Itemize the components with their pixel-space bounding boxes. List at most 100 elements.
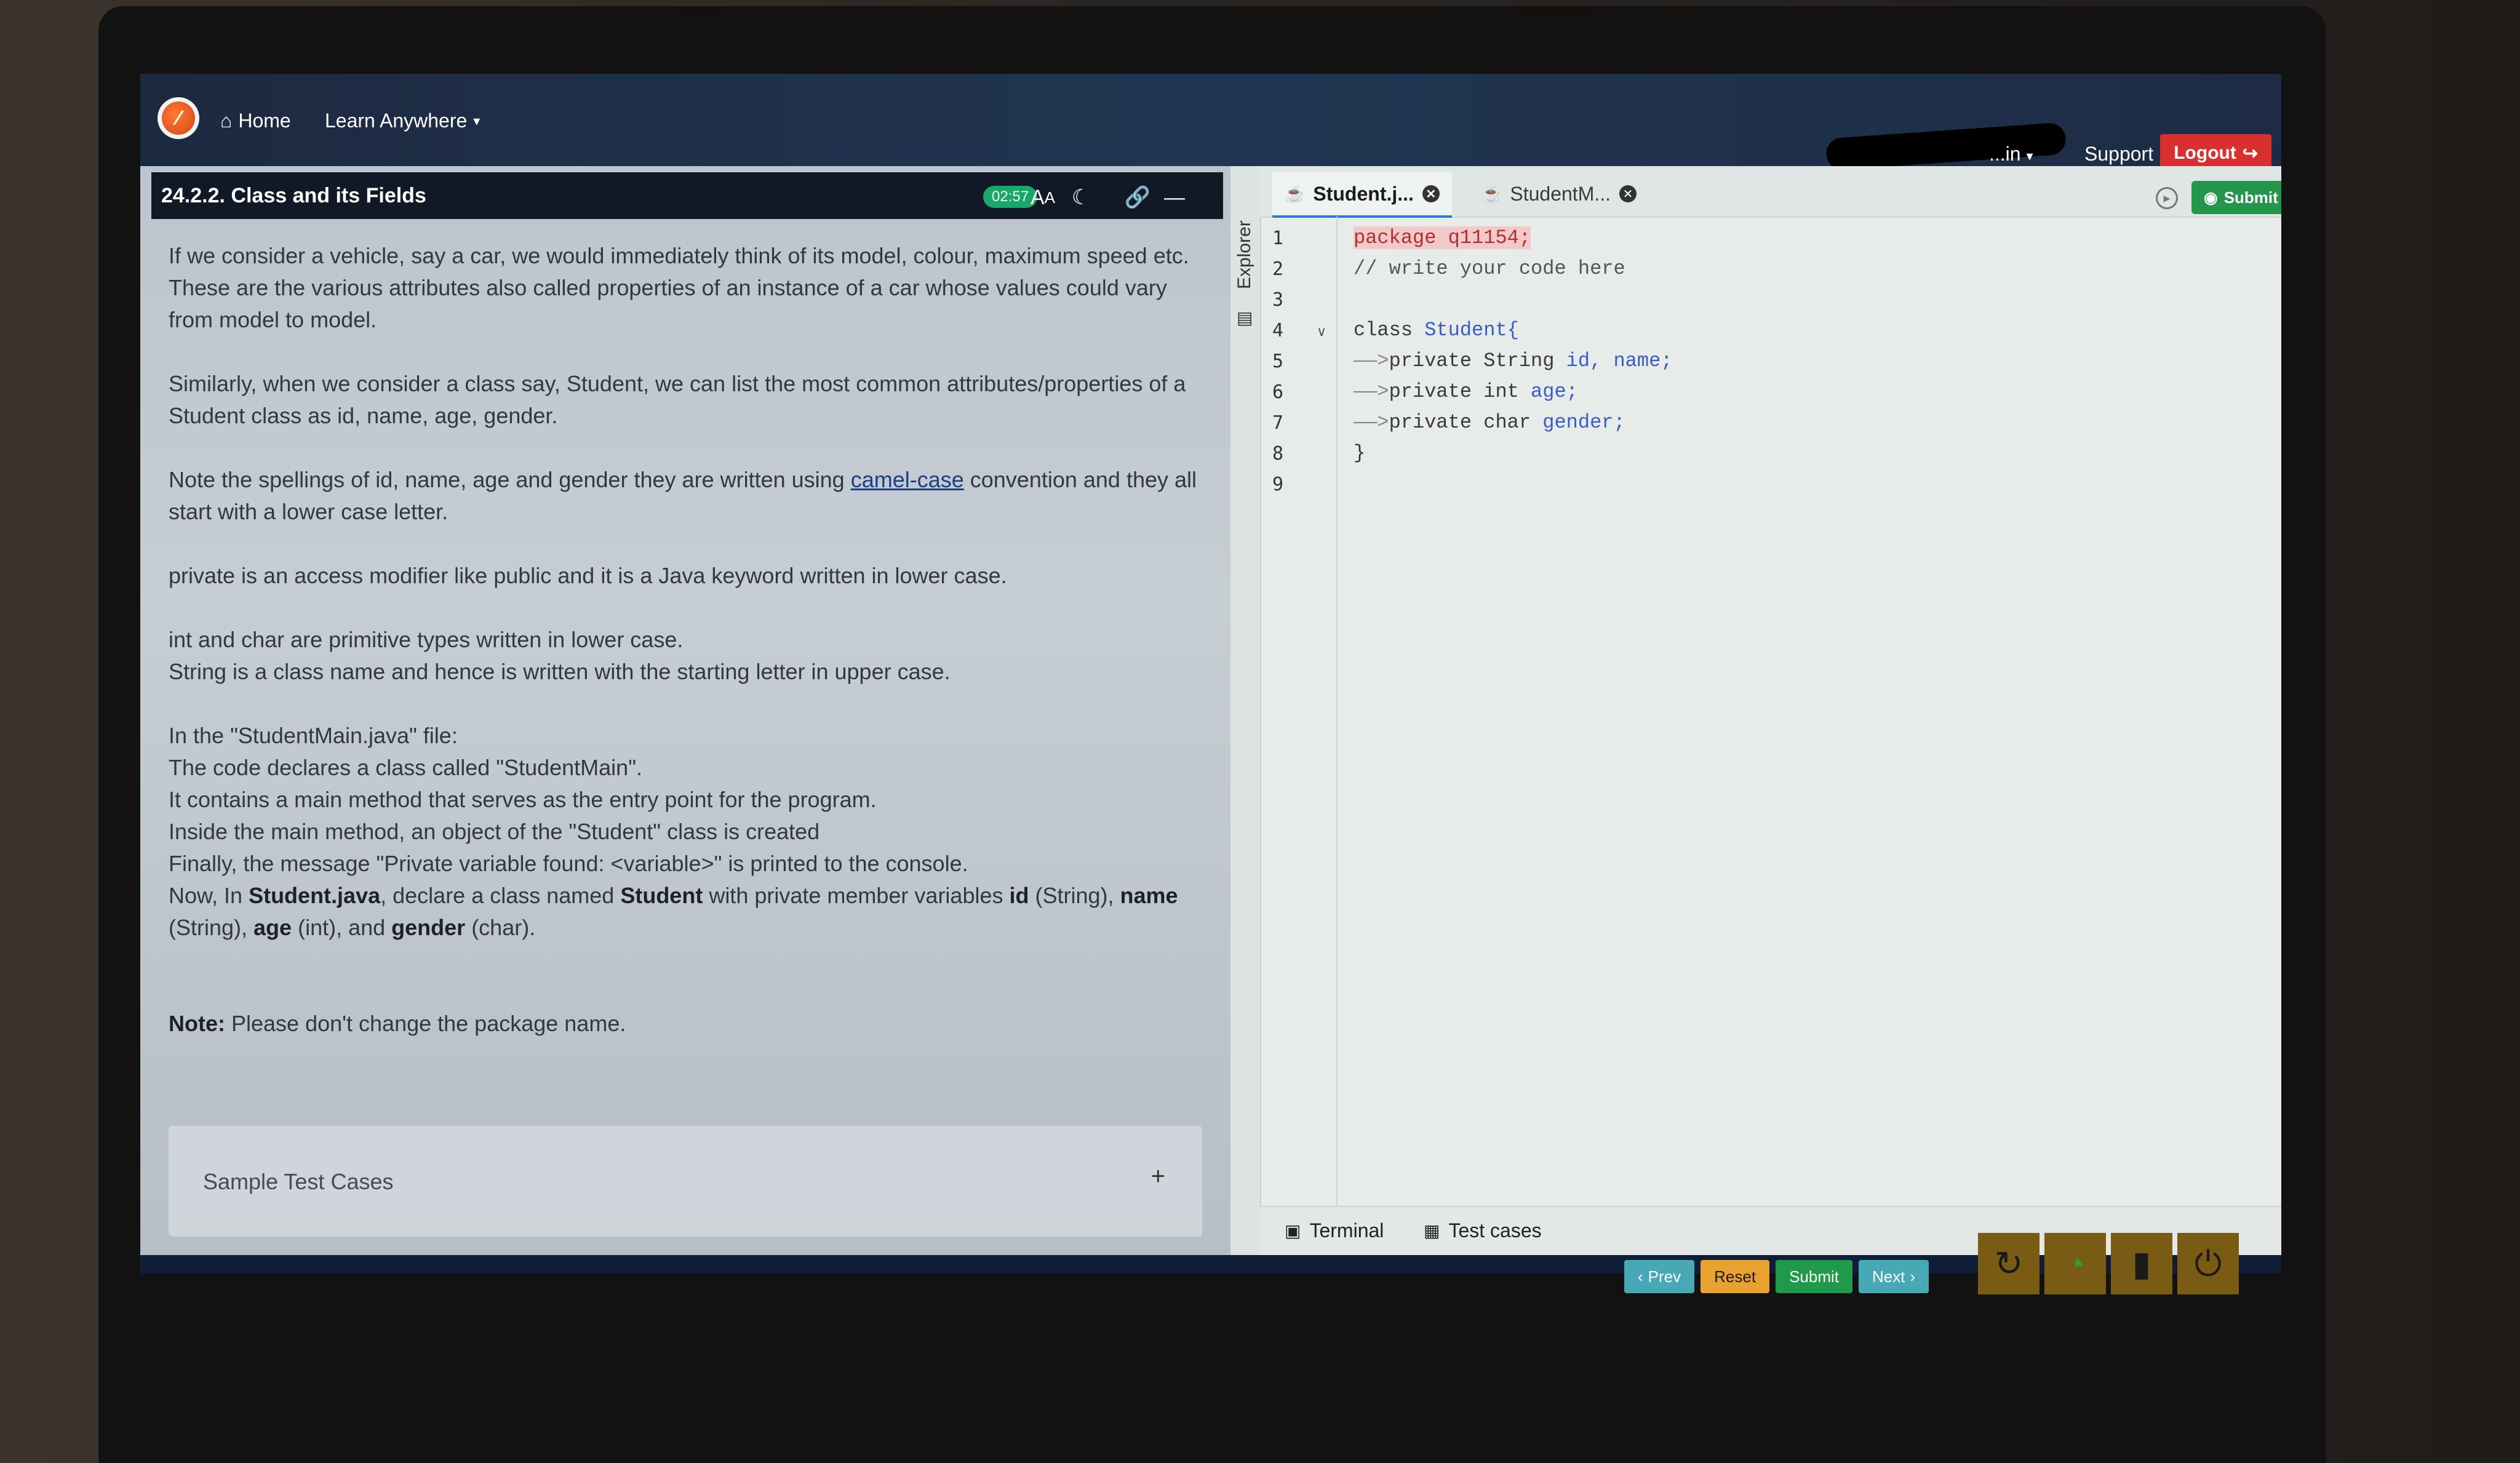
paragraph-camel-case: Note the spellings of id, name, age and … [169, 464, 1202, 528]
expand-plus-icon[interactable]: + [1151, 1163, 1165, 1190]
task-text: , declare a class named [380, 883, 621, 908]
minimize-icon[interactable]: — [1160, 183, 1189, 212]
footer-nav: ‹ Prev Reset Submit Next › [1624, 1260, 1929, 1293]
paragraph-student: Similarly, when we consider a class say,… [169, 371, 1186, 428]
link-icon[interactable]: 🔗 [1123, 183, 1152, 212]
note-bold: Note: [169, 1011, 225, 1036]
keyword: private char [1389, 411, 1543, 434]
paragraph-vehicle: If we consider a vehicle, say a car, we … [169, 243, 1189, 332]
primitives-line-2: String is a class name and hence is writ… [169, 659, 951, 684]
main-line-1: In the "StudentMain.java" file: [169, 723, 458, 748]
code-line-7[interactable]: ——>private char gender; [1354, 407, 2264, 438]
test-cases-tab[interactable]: ▦ Test cases [1424, 1219, 1542, 1242]
terminal-icon: ▣ [1285, 1221, 1301, 1240]
home-label: Home [238, 110, 291, 132]
tab-studentmain-java[interactable]: ☕ StudentM... ✕ [1469, 172, 1649, 215]
keyword: private int [1389, 380, 1531, 403]
home-link[interactable]: ⌂ Home [220, 110, 291, 132]
lesson-content: If we consider a vehicle, say a car, we … [169, 240, 1202, 1072]
logo-mark: ∕ [162, 102, 195, 135]
task-bold: name [1120, 883, 1178, 908]
class-name: Student{ [1424, 319, 1519, 341]
wifi-icon[interactable]: ◔ [2044, 1233, 2106, 1294]
footer-bar [140, 1255, 2281, 1274]
reset-button[interactable]: Reset [1701, 1260, 1770, 1293]
next-label: Next [1872, 1267, 1905, 1286]
note-text: Please don't change the package name. [225, 1011, 626, 1036]
prev-button[interactable]: ‹ Prev [1624, 1260, 1695, 1293]
task-text: (String), [169, 915, 254, 940]
line-number: 4 [1272, 320, 1284, 341]
lesson-title: 24.2.2. Class and its Fields [161, 183, 426, 207]
code-line-2[interactable]: // write your code here [1354, 253, 2264, 284]
task-bold: gender [391, 915, 466, 940]
line-number: 6 [1272, 381, 1284, 403]
task-bold: age [253, 915, 292, 940]
task-bold: Student.java [249, 883, 381, 908]
lesson-header: 24.2.2. Class and its Fields 02:57 AA ☾ … [151, 172, 1223, 219]
code-line-8[interactable]: } [1354, 438, 2264, 469]
line-number: 5 [1272, 351, 1284, 372]
task-bold: Student [620, 883, 703, 908]
next-button[interactable]: Next › [1858, 1260, 1929, 1293]
line-number-gutter: 1 2 3 4 ∨ 5 6 7 8 9 [1260, 217, 1338, 1213]
task-text: with private member variables [703, 883, 1010, 908]
power-icon[interactable]: ⏻ [2177, 1233, 2239, 1294]
files-icon[interactable]: ▤ [1237, 308, 1253, 328]
chevron-left-icon: ‹ [1638, 1267, 1643, 1286]
explorer-label[interactable]: Explorer [1234, 220, 1255, 289]
code-line-5[interactable]: ——>private String id, name; [1354, 346, 2264, 377]
code-line-9[interactable] [1354, 469, 2264, 500]
submit-button[interactable]: Submit [1776, 1260, 1852, 1293]
closing-brace: } [1354, 442, 1366, 464]
code-line-1[interactable]: package q11154; [1354, 223, 2264, 253]
home-icon: ⌂ [220, 110, 233, 132]
code-line-3[interactable] [1354, 284, 2264, 315]
battery-icon[interactable]: ▮ [2111, 1233, 2172, 1294]
moon-icon[interactable]: ☾ [1067, 183, 1095, 212]
variable: id, name; [1566, 349, 1673, 372]
terminal-tab[interactable]: ▣ Terminal [1285, 1219, 1384, 1242]
code-line-4[interactable]: class Student{ [1354, 315, 2264, 346]
caret-down-icon: ▾ [473, 113, 480, 129]
test-cases-label: Test cases [1448, 1219, 1542, 1242]
camel-case-link[interactable]: camel-case [851, 467, 964, 492]
run-icon[interactable]: ▶ [2156, 187, 2178, 209]
explorer-sidebar[interactable]: Explorer ▤ [1230, 166, 1261, 1255]
line-number: 7 [1272, 412, 1284, 434]
close-icon[interactable]: ✕ [1422, 185, 1440, 202]
task-text: (int), and [292, 915, 392, 940]
user-label: ...in [1989, 143, 2021, 165]
logout-label: Logout [2174, 143, 2236, 163]
support-link[interactable]: Support [2084, 143, 2153, 165]
sample-test-cases-accordion[interactable]: Sample Test Cases + [169, 1126, 1202, 1237]
code-line-6[interactable]: ——>private int age; [1354, 377, 2264, 407]
tab-student-java[interactable]: ☕ Student.j... ✕ [1272, 172, 1452, 218]
table-icon: ▦ [1424, 1221, 1440, 1240]
variable: gender; [1542, 411, 1625, 434]
font-size-icon[interactable]: AA [1029, 183, 1057, 212]
note-line: Note: Please don't change the package na… [169, 1008, 1202, 1040]
fold-chevron-icon[interactable]: ∨ [1317, 324, 1326, 340]
tab-label: StudentM... [1510, 182, 1611, 205]
tab-arrow-icon: ——> [1354, 380, 1389, 403]
learn-anywhere-dropdown[interactable]: Learn Anywhere ▾ [325, 110, 480, 132]
tab-label: Student.j... [1313, 182, 1414, 205]
variable: age; [1531, 380, 1578, 403]
line-number: 8 [1272, 443, 1284, 464]
submit-button-top[interactable]: ◉ Submit [2191, 181, 2281, 214]
refresh-icon[interactable]: ↻ [1978, 1233, 2040, 1294]
task-statement: Now, In Student.java, declare a class na… [169, 880, 1202, 944]
brand-logo[interactable]: ∕ [158, 97, 199, 139]
caret-down-icon: ▾ [2026, 148, 2033, 164]
chevron-right-icon: › [1910, 1267, 1916, 1286]
java-file-icon: ☕ [1285, 184, 1305, 203]
line-number: 2 [1272, 258, 1284, 280]
line-number: 9 [1272, 474, 1284, 495]
close-icon[interactable]: ✕ [1619, 185, 1637, 202]
code-editor[interactable]: package q11154; // write your code here … [1354, 217, 2264, 500]
top-navbar: ∕ ⌂ Home Learn Anywhere ▾ ...in ▾ Suppor… [140, 74, 2281, 172]
user-menu[interactable]: ...in ▾ [1989, 143, 2033, 165]
line-number: 1 [1272, 228, 1284, 249]
task-bold: id [1009, 883, 1029, 908]
